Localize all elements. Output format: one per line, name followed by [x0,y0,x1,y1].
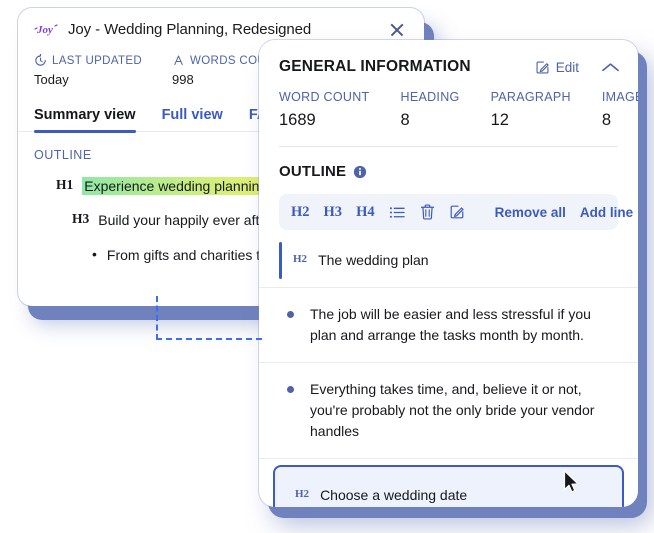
gi-stat-value: 1689 [279,111,316,129]
highlighted-text: Experience wedding planning t [82,177,277,195]
bullet-dot-icon [287,311,294,318]
outline-list-item-bullet[interactable]: Everything takes time, and, believe it o… [259,363,638,459]
outline-list-item-heading[interactable]: H2 The wedding plan [259,234,638,288]
document-title: Joy - Wedding Planning, Redesigned [68,20,312,38]
outline-row-tag: H1 [56,177,74,192]
panel-header: GENERAL INFORMATION Edit [259,40,638,76]
toolbar-h2-button[interactable]: H2 [291,204,310,221]
tab-summary-view[interactable]: Summary view [34,107,136,133]
item-text: Everything takes time, and, believe it o… [310,381,595,439]
outline-list-item-bullet[interactable]: The job will be easier and less stressfu… [259,288,638,363]
close-icon[interactable] [388,21,406,39]
tab-full-view[interactable]: Full view [162,107,223,131]
gi-stat-value: 8 [601,111,612,129]
gi-stat-label: HEADING [400,90,460,104]
item-tag-label: H2 [293,253,308,265]
outline-list-item-selected[interactable]: H2 Choose a wedding date [273,465,624,507]
outline-row-text: Experience wedding planning t [82,176,277,196]
outline-section-header: OUTLINE [259,147,638,180]
outline-row-tag: H3 [72,211,90,227]
stat-value-text: Today [34,72,69,87]
bullet-dot-icon [287,386,294,393]
gi-stat-image: IMAGE 8 [602,90,638,130]
item-text: The job will be easier and less stressfu… [310,306,591,343]
toolbar-h4-button[interactable]: H4 [356,204,375,221]
gi-stat-word-count: WORD COUNT 1689 [279,90,370,130]
outline-items-list: H2 The wedding plan The job will be easi… [259,234,638,507]
clock-icon [35,54,46,66]
outline-section-title: OUTLINE [279,163,347,180]
gi-stat-label: WORD COUNT [279,90,370,104]
edit-button[interactable]: Edit [535,60,579,75]
outline-toolbar: H2 H3 H4 Remove all Add line [279,194,633,230]
item-accent-bar [279,242,282,279]
gi-stat-value: 12 [490,111,509,129]
item-tag-label: H2 [295,488,310,500]
add-line-button[interactable]: Add line [580,205,633,220]
screenshot-canvas: Joy Joy - Wedding Planning, Redesigned L… [0,0,654,533]
edit-pencil-icon [536,61,549,73]
item-text: Choose a wedding date [320,487,468,503]
joy-logo-icon: Joy [34,20,58,38]
general-information-panel: GENERAL INFORMATION Edit WORD COUNT 1689… [259,40,638,507]
edit-button-label: Edit [555,59,579,75]
bullet-dot-icon: • [92,245,97,262]
edit-pencil-icon[interactable] [449,204,465,220]
info-icon[interactable] [353,165,367,179]
outline-row-text: Build your happily ever after [98,212,272,229]
trash-icon[interactable] [420,204,435,220]
guide-line-vertical [156,296,158,340]
remove-all-button[interactable]: Remove all [495,205,566,220]
stat-label-group: LAST UPDATED [34,54,142,67]
toolbar-h3-button[interactable]: H3 [324,204,343,221]
stat-last-updated: LAST UPDATED Today [34,54,142,87]
stat-label-text: LAST UPDATED [52,54,143,67]
bulleted-list-icon[interactable] [389,205,406,220]
font-size-icon [174,55,183,66]
gi-stat-heading: HEADING 8 [401,90,460,130]
page-title: GENERAL INFORMATION [279,58,471,75]
gi-stat-value: 8 [400,111,410,129]
gi-stat-paragraph: PARAGRAPH 12 [491,90,571,130]
gi-stat-label: IMAGE [601,90,638,104]
general-info-stats: WORD COUNT 1689 HEADING 8 PARAGRAPH 12 I… [259,76,638,130]
gi-stat-label: PARAGRAPH [490,90,571,104]
svg-text:Joy: Joy [36,24,53,36]
item-text: The wedding plan [318,252,429,268]
chevron-up-icon[interactable] [601,61,620,74]
guide-line-horizontal [156,338,262,340]
